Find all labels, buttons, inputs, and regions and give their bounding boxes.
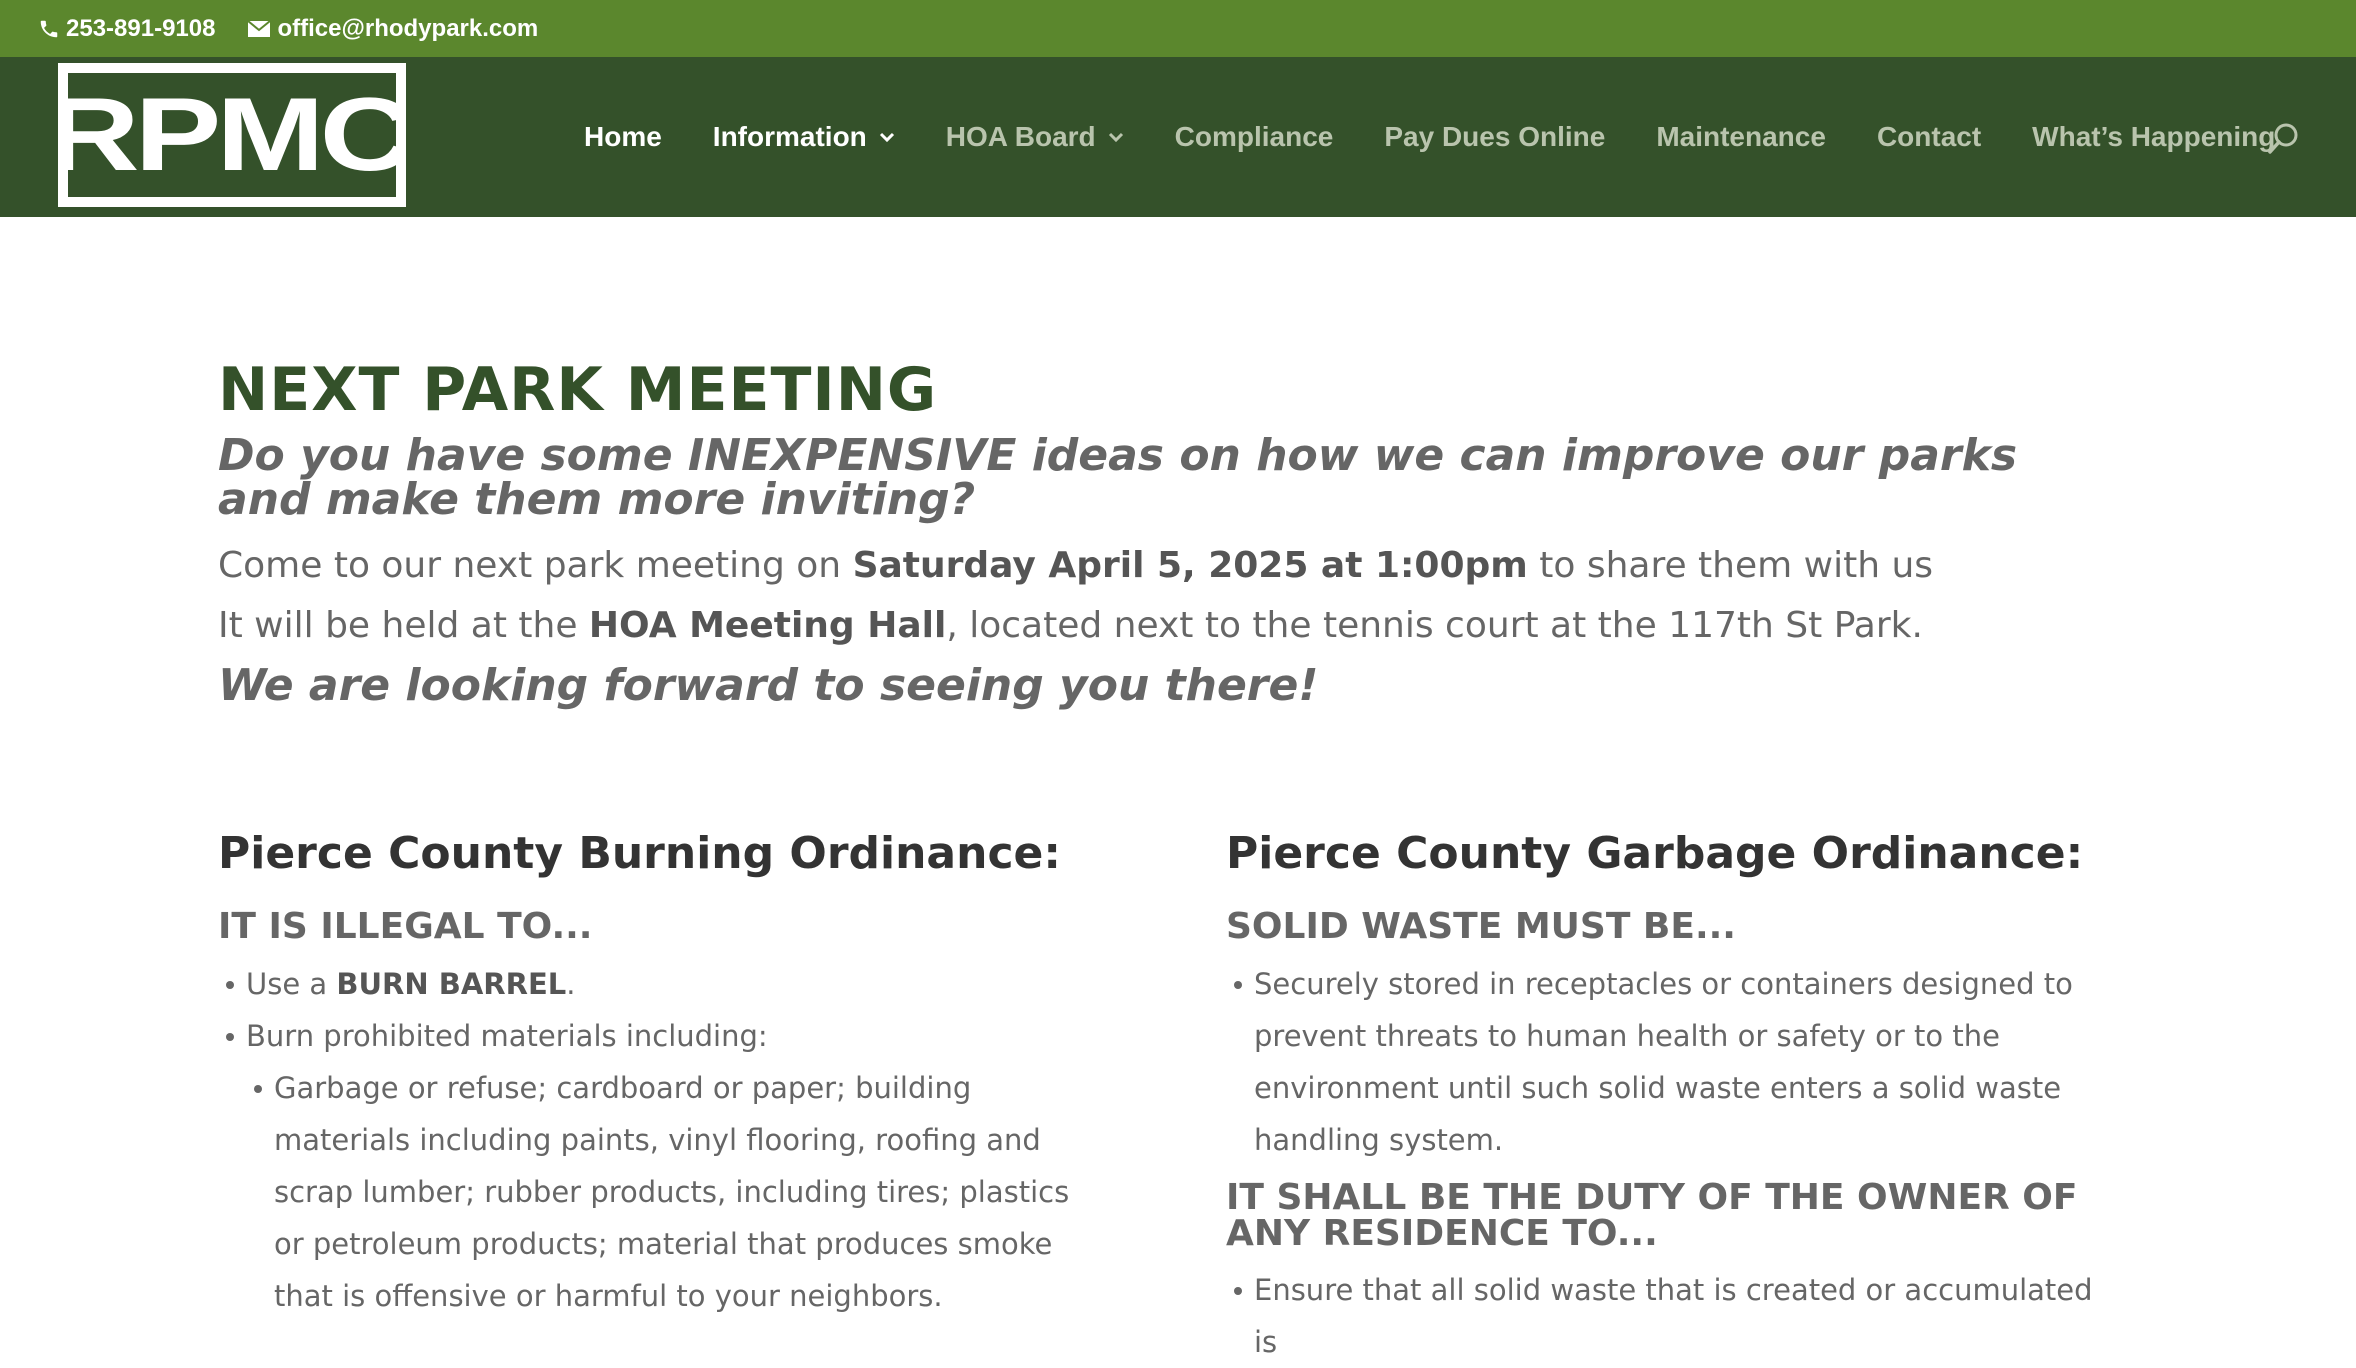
list-item: Securely stored in receptacles or contai… xyxy=(1226,958,2096,1166)
list-item: Burn prohibited materials including: Gar… xyxy=(218,1010,1088,1322)
chevron-down-icon xyxy=(1108,132,1124,142)
nav-item-information[interactable]: Information xyxy=(713,121,895,153)
nav-item-hoa-board[interactable]: HOA Board xyxy=(946,121,1124,153)
text: , located next to the tennis court at th… xyxy=(946,605,1923,646)
main-header: RPMC Home Information HOA Board Complian… xyxy=(0,57,2356,217)
garbage-list: Securely stored in receptacles or contai… xyxy=(1226,958,2096,1166)
text: It will be held at the xyxy=(218,605,589,646)
phone-number: 253-891-9108 xyxy=(66,14,216,42)
nav-item-compliance[interactable]: Compliance xyxy=(1175,121,1334,153)
nav-label: HOA Board xyxy=(945,121,1096,152)
nav-item-maintenance[interactable]: Maintenance xyxy=(1656,121,1826,153)
garbage-ordinance: Pierce County Garbage Ordinance: SOLID W… xyxy=(1226,810,2096,1368)
meeting-date-line: Come to our next park meeting on Saturda… xyxy=(218,536,2138,596)
meeting-location: HOA Meeting Hall xyxy=(588,605,947,646)
nav-label: Maintenance xyxy=(1656,121,1826,152)
nav-label: Information xyxy=(712,121,867,152)
text: Use a xyxy=(246,967,337,1001)
main-nav: Home Information HOA Board Compliance Pa… xyxy=(584,57,2326,217)
email-address: office@rhodypark.com xyxy=(277,14,539,42)
nav-label: Compliance xyxy=(1174,121,1334,152)
list-item: Garbage or refuse; cardboard or paper; b… xyxy=(246,1062,1088,1322)
meeting-closing: We are looking forward to seeing you the… xyxy=(218,660,1319,711)
phone-icon xyxy=(40,20,58,37)
text: Come to our next park meeting on xyxy=(218,545,853,586)
list-item: Ensure that all solid waste that is crea… xyxy=(1226,1264,2096,1368)
meeting-subtitle: Do you have some INEXPENSIVE ideas on ho… xyxy=(218,430,2018,525)
text: to share them with us xyxy=(1527,545,1934,586)
phone-link[interactable]: 253-891-9108 xyxy=(38,15,215,43)
garbage-title: Pierce County Garbage Ordinance: xyxy=(1226,828,2084,879)
garbage-subtitle-2: IT SHALL BE THE DUTY OF THE OWNER OF ANY… xyxy=(1226,1177,2078,1254)
meeting-location-line: It will be held at the HOA Meeting Hall,… xyxy=(218,596,2138,656)
logo-text: RPMC xyxy=(58,77,406,193)
nav-item-whats-happening[interactable]: What’s Happening xyxy=(2032,121,2275,153)
nav-label: Pay Dues Online xyxy=(1384,121,1606,152)
email-link[interactable]: office@rhodypark.com xyxy=(247,15,538,43)
burn-barrel: BURN BARREL xyxy=(336,967,567,1001)
nav-label: Home xyxy=(584,121,662,152)
meeting-title: NEXT PARK MEETING xyxy=(218,355,938,425)
garbage-subtitle: SOLID WASTE MUST BE... xyxy=(1226,906,1736,947)
envelope-icon xyxy=(247,19,272,37)
burning-subtitle: IT IS ILLEGAL TO... xyxy=(218,906,593,947)
nav-item-contact[interactable]: Contact xyxy=(1877,121,1981,153)
text: Burn prohibited materials including: xyxy=(246,1019,768,1053)
burning-ordinance: Pierce County Burning Ordinance: IT IS I… xyxy=(218,810,1088,1322)
chevron-down-icon xyxy=(879,132,895,142)
text: . xyxy=(566,967,576,1001)
burning-sublist: Garbage or refuse; cardboard or paper; b… xyxy=(246,1062,1088,1322)
burning-title: Pierce County Burning Ordinance: xyxy=(218,828,1061,879)
burning-list: Use a BURN BARREL. Burn prohibited mater… xyxy=(218,958,1088,1322)
meeting-date: Saturday April 5, 2025 at 1:00pm xyxy=(852,545,1528,586)
site-logo[interactable]: RPMC xyxy=(58,63,406,207)
meeting-section: NEXT PARK MEETING Do you have some INEXP… xyxy=(218,350,2138,716)
top-bar: 253-891-9108 office@rhodypark.com xyxy=(0,0,2356,57)
list-item: Use a BURN BARREL. xyxy=(218,958,1088,1010)
nav-item-pay-dues[interactable]: Pay Dues Online xyxy=(1384,121,1605,153)
garbage-list-2: Ensure that all solid waste that is crea… xyxy=(1226,1264,2096,1368)
nav-label: Contact xyxy=(1876,121,1982,152)
search-icon[interactable] xyxy=(2266,121,2302,161)
nav-label: What’s Happening xyxy=(2032,121,2276,152)
nav-item-home[interactable]: Home xyxy=(584,121,662,153)
